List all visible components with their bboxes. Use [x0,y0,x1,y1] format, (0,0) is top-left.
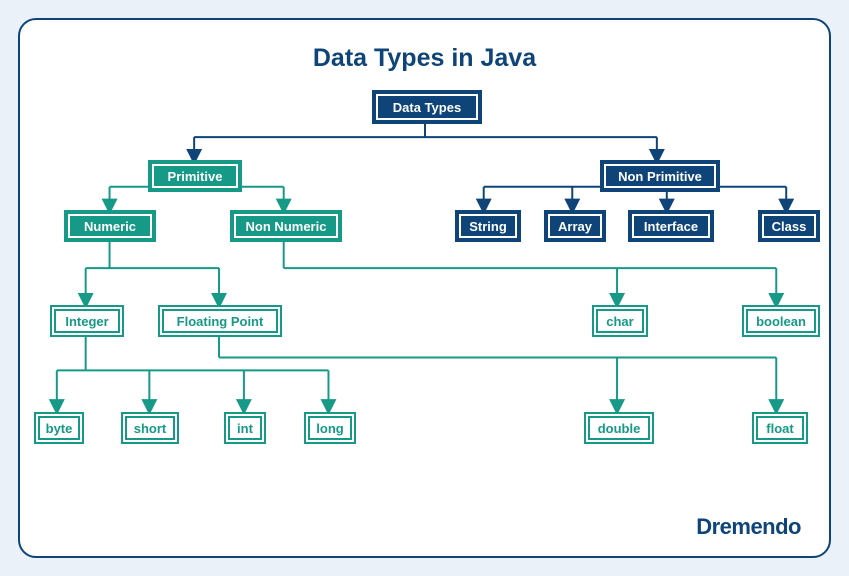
node-numeric: Numeric [64,210,156,242]
node-short: short [121,412,179,444]
node-integer: Integer [50,305,124,337]
diagram-card: Data Types in Java [18,18,831,558]
node-boolean: boolean [742,305,820,337]
node-non-numeric: Non Numeric [230,210,342,242]
node-byte: byte [34,412,84,444]
node-interface: Interface [628,210,714,242]
brand-logo: Dremendo [696,514,801,540]
node-class: Class [758,210,820,242]
node-floating-point: Floating Point [158,305,282,337]
node-data-types: Data Types [372,90,482,124]
node-int: int [224,412,266,444]
node-non-primitive: Non Primitive [600,160,720,192]
node-double: double [584,412,654,444]
node-char: char [592,305,648,337]
node-primitive: Primitive [148,160,242,192]
node-float: float [752,412,808,444]
diagram-title: Data Types in Java [20,44,829,73]
node-long: long [304,412,356,444]
node-array: Array [544,210,606,242]
node-string: String [455,210,521,242]
